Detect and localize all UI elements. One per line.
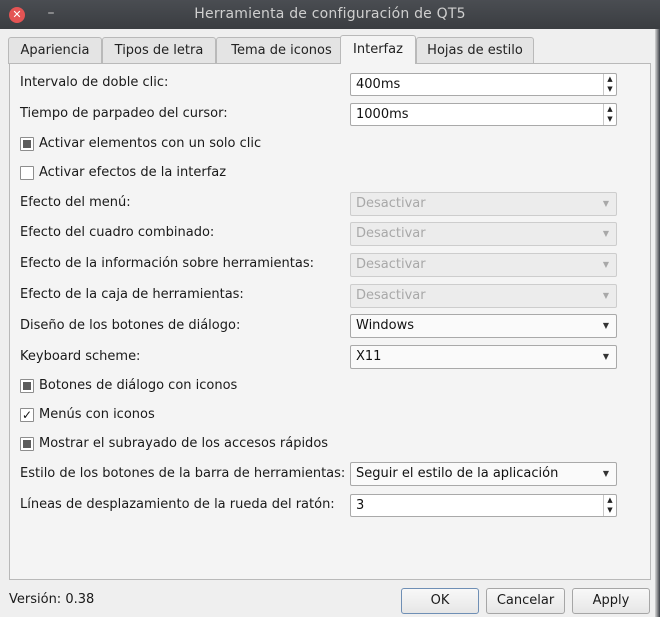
double-click-label: Intervalo de doble clic: bbox=[20, 75, 169, 90]
qt5ct-window: ✕ – Herramienta de configuración de QT5 … bbox=[0, 0, 660, 617]
spin-down-icon[interactable]: ▼ bbox=[604, 505, 616, 515]
spin-up-icon[interactable]: ▲ bbox=[604, 74, 616, 84]
menu-icons-label[interactable]: Menús con iconos bbox=[39, 405, 155, 425]
wheel-lines-spinbox[interactable]: 3 ▲ ▼ bbox=[350, 494, 617, 517]
apply-button[interactable]: Apply bbox=[572, 588, 650, 614]
spin-down-icon[interactable]: ▼ bbox=[604, 114, 616, 124]
toolbar-style-label: Estilo de los botones de la barra de her… bbox=[20, 466, 346, 481]
menu-effect-combo: Desactivar ▼ bbox=[350, 192, 617, 216]
toolbox-effect-combo: Desactivar ▼ bbox=[350, 284, 617, 308]
keyboard-scheme-label: Keyboard scheme: bbox=[20, 349, 141, 364]
tooltip-effect-combo: Desactivar ▼ bbox=[350, 253, 617, 277]
ui-effects-label[interactable]: Activar efectos de la interfaz bbox=[39, 163, 226, 183]
dialog-layout-combo[interactable]: Windows ▼ bbox=[350, 314, 617, 338]
dialog-layout-label: Diseño de los botones de diálogo: bbox=[20, 318, 241, 333]
wheel-lines-value: 3 bbox=[356, 498, 365, 513]
cursor-blink-value: 1000ms bbox=[356, 107, 409, 122]
single-click-checkbox[interactable] bbox=[20, 137, 34, 151]
cursor-blink-spinbox[interactable]: 1000ms ▲ ▼ bbox=[350, 103, 617, 126]
menu-icons-checkbox[interactable]: ✓ bbox=[20, 408, 34, 422]
chevron-down-icon: ▼ bbox=[602, 260, 609, 269]
dialog-layout-value: Windows bbox=[356, 318, 415, 333]
shortcut-underline-label[interactable]: Mostrar el subrayado de los accesos rápi… bbox=[39, 434, 328, 454]
double-click-value: 400ms bbox=[356, 77, 401, 92]
title-bar[interactable]: ✕ – Herramienta de configuración de QT5 bbox=[0, 0, 660, 29]
dialog-icons-checkbox[interactable] bbox=[20, 379, 34, 393]
spin-up-icon[interactable]: ▲ bbox=[604, 495, 616, 505]
cursor-blink-spin-arrows: ▲ ▼ bbox=[603, 104, 616, 125]
spin-down-icon[interactable]: ▼ bbox=[604, 84, 616, 94]
double-click-spinbox[interactable]: 400ms ▲ ▼ bbox=[350, 73, 617, 96]
menu-effect-value: Desactivar bbox=[356, 196, 426, 211]
tab-style-sheets[interactable]: Hojas de estilo bbox=[416, 37, 534, 64]
tab-fonts[interactable]: Tipos de letra bbox=[102, 37, 216, 64]
window-edge bbox=[655, 29, 660, 617]
shortcut-underline-checkbox[interactable] bbox=[20, 437, 34, 451]
window-title: Herramienta de configuración de QT5 bbox=[194, 6, 466, 22]
ok-button[interactable]: OK bbox=[401, 588, 479, 614]
chevron-down-icon: ▼ bbox=[602, 469, 609, 478]
toolbox-effect-value: Desactivar bbox=[356, 288, 426, 303]
tooltip-effect-label: Efecto de la información sobre herramien… bbox=[20, 256, 314, 271]
keyboard-scheme-value: X11 bbox=[356, 349, 382, 364]
combo-effect-value: Desactivar bbox=[356, 226, 426, 241]
wheel-lines-spin-arrows: ▲ ▼ bbox=[603, 495, 616, 516]
double-click-spin-arrows: ▲ ▼ bbox=[603, 74, 616, 95]
menu-effect-label: Efecto del menú: bbox=[20, 195, 131, 210]
chevron-down-icon: ▼ bbox=[602, 229, 609, 238]
toolbar-style-value: Seguir el estilo de la aplicación bbox=[356, 466, 559, 481]
toolbar-style-combo[interactable]: Seguir el estilo de la aplicación ▼ bbox=[350, 462, 617, 486]
ui-effects-checkbox[interactable] bbox=[20, 166, 34, 180]
version-label: Versión: 0.38 bbox=[9, 592, 95, 607]
tab-icon-theme[interactable]: Tema de iconos bbox=[216, 37, 347, 64]
tooltip-effect-value: Desactivar bbox=[356, 257, 426, 272]
combo-effect-combo: Desactivar ▼ bbox=[350, 222, 617, 246]
cancel-button[interactable]: Cancelar bbox=[486, 588, 565, 614]
chevron-down-icon: ▼ bbox=[602, 321, 609, 330]
dialog-icons-label[interactable]: Botones de diálogo con iconos bbox=[39, 376, 237, 396]
chevron-down-icon: ▼ bbox=[602, 291, 609, 300]
tab-appearance[interactable]: Apariencia bbox=[8, 37, 102, 64]
keyboard-scheme-combo[interactable]: X11 ▼ bbox=[350, 345, 617, 369]
chevron-down-icon: ▼ bbox=[602, 199, 609, 208]
wheel-lines-label: Líneas de desplazamiento de la rueda del… bbox=[20, 497, 335, 512]
single-click-label[interactable]: Activar elementos con un solo clic bbox=[39, 134, 261, 154]
toolbox-effect-label: Efecto de la caja de herramientas: bbox=[20, 287, 244, 302]
cursor-blink-label: Tiempo de parpadeo del cursor: bbox=[20, 106, 228, 121]
combo-effect-label: Efecto del cuadro combinado: bbox=[20, 225, 215, 240]
chevron-down-icon: ▼ bbox=[602, 352, 609, 361]
spin-up-icon[interactable]: ▲ bbox=[604, 104, 616, 114]
tab-interface[interactable]: Interfaz bbox=[340, 35, 416, 64]
